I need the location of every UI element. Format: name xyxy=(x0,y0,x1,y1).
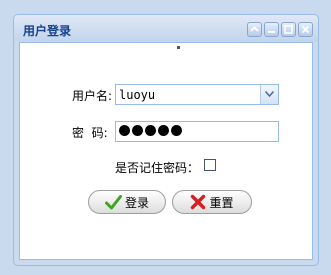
remember-password-checkbox[interactable] xyxy=(204,159,216,171)
login-button-label: 登录 xyxy=(124,195,149,210)
username-combobox[interactable]: luoyu xyxy=(115,84,279,105)
username-value[interactable]: luoyu xyxy=(119,88,155,102)
password-mask-dot xyxy=(119,125,130,136)
password-mask-dot xyxy=(132,125,143,136)
help-icon[interactable] xyxy=(247,22,262,37)
checkmark-icon xyxy=(104,194,122,209)
maximize-icon[interactable] xyxy=(281,22,296,37)
password-mask-dot xyxy=(145,125,156,136)
reset-button-label: 重置 xyxy=(209,195,234,210)
window-tools xyxy=(247,22,313,37)
password-field[interactable] xyxy=(115,121,279,142)
resize-dot-icon xyxy=(177,46,180,49)
username-label: 用户名: xyxy=(72,89,113,103)
remember-password-label: 是否记住密码： xyxy=(115,161,200,175)
window-titlebar[interactable]: 用户登录 xyxy=(14,15,318,42)
login-button[interactable]: 登录 xyxy=(88,190,166,214)
password-mask xyxy=(119,125,182,136)
chevron-down-icon[interactable] xyxy=(260,85,278,104)
password-mask-dot xyxy=(158,125,169,136)
login-window: 用户登录 用户名: luoyu 密 码: 是否记住密码： 登录 重置 xyxy=(13,14,319,266)
password-mask-dot xyxy=(171,125,182,136)
minimize-icon[interactable] xyxy=(264,22,279,37)
password-label: 密 码: xyxy=(72,126,108,140)
close-icon[interactable] xyxy=(298,22,313,37)
window-title: 用户登录 xyxy=(23,24,72,38)
form-panel: 用户名: luoyu 密 码: 是否记住密码： 登录 重置 xyxy=(19,42,313,260)
reset-button[interactable]: 重置 xyxy=(172,190,252,214)
x-icon xyxy=(191,194,206,210)
